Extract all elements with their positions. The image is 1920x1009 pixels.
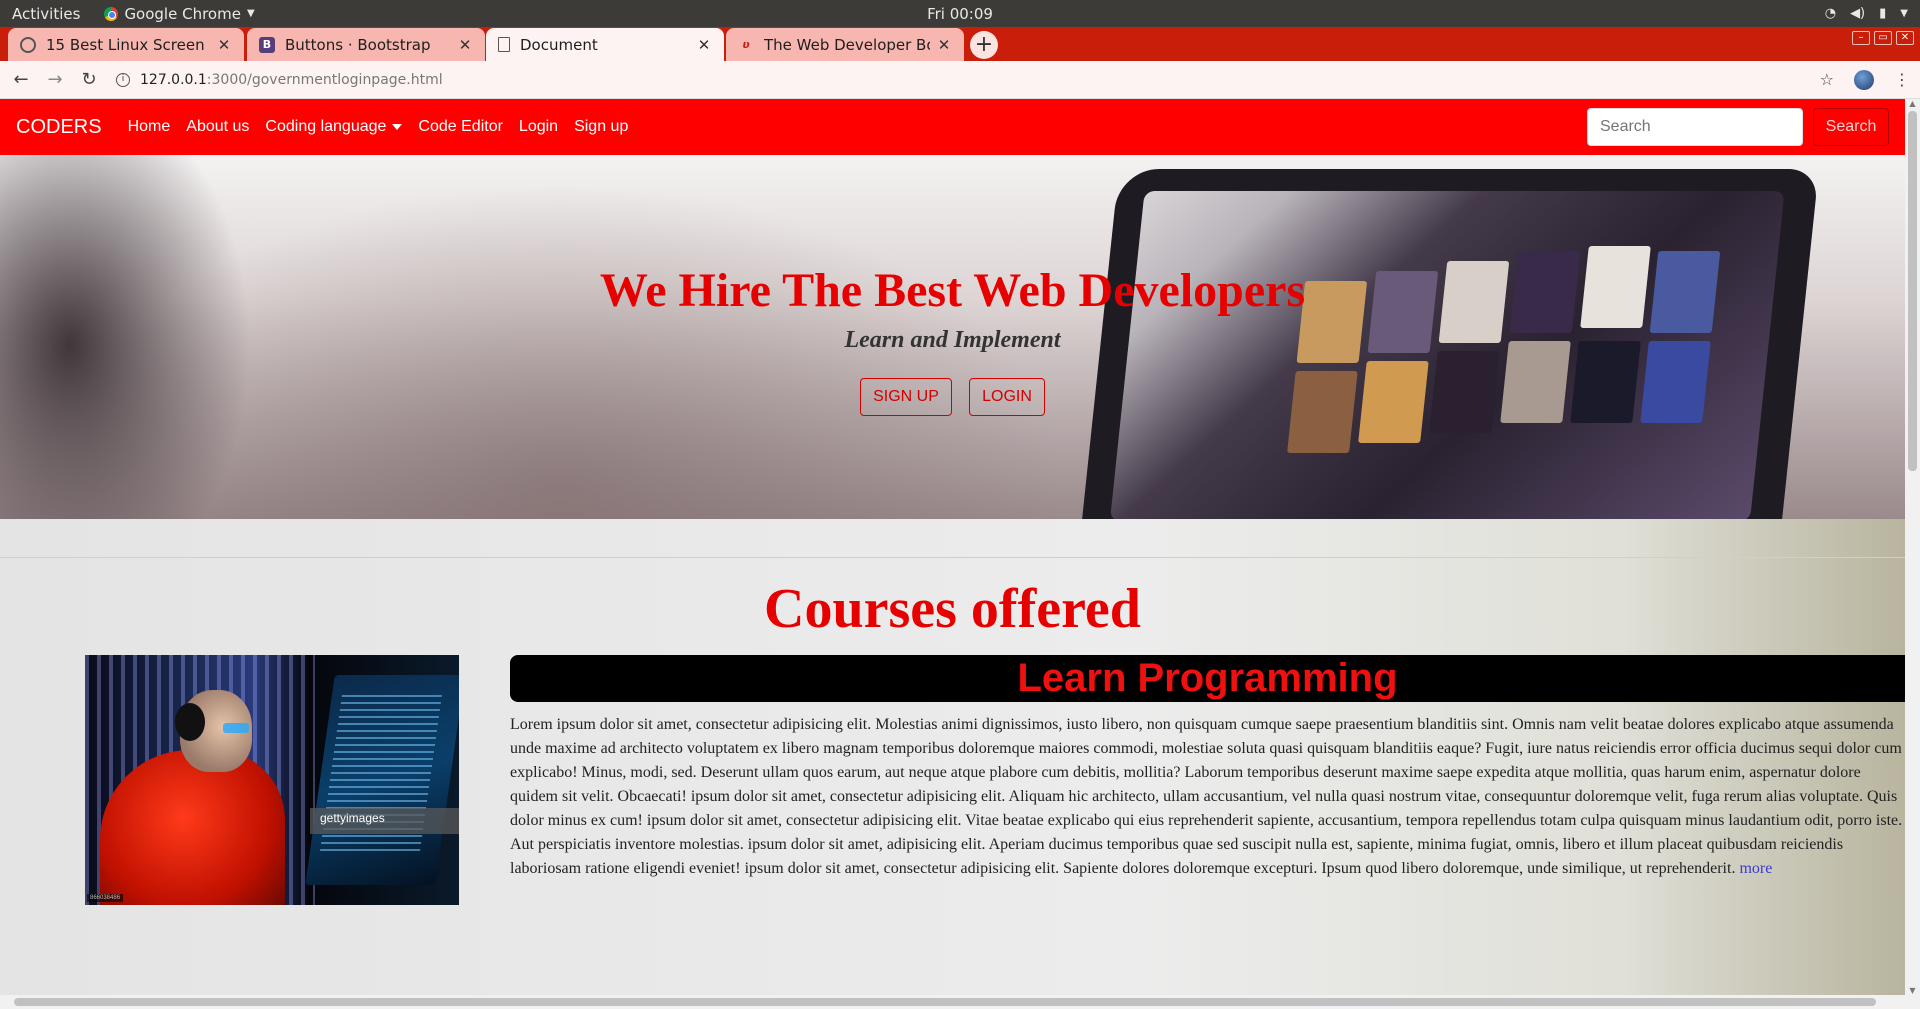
tab-linux-recorders[interactable]: 15 Best Linux Screen Reco ✕ xyxy=(8,28,244,61)
site-brand[interactable]: CODERS xyxy=(16,116,102,139)
nav-home[interactable]: Home xyxy=(128,118,171,136)
getty-watermark: gettyimages xyxy=(310,808,459,834)
hero-banner: We Hire The Best Web Developers Learn an… xyxy=(0,155,1905,519)
close-icon[interactable]: ✕ xyxy=(216,36,232,54)
programmer-photo: gettyimages 866038486 xyxy=(85,655,459,905)
close-icon[interactable]: ✕ xyxy=(696,36,712,54)
hero-login-button[interactable]: LOGIN xyxy=(969,378,1045,416)
caret-down-icon: ▼ xyxy=(1900,8,1908,19)
nav-coding-language-label: Coding language xyxy=(265,118,387,135)
url-host: 127.0.0.1 xyxy=(140,71,207,88)
address-bar[interactable]: i 127.0.0.1:3000/governmentloginpage.htm… xyxy=(116,72,443,88)
hero-title: We Hire The Best Web Developers xyxy=(599,264,1306,317)
hero-signup-button[interactable]: SIGN UP xyxy=(860,378,952,416)
caret-down-icon: ▼ xyxy=(246,8,255,19)
vertical-scroll-thumb[interactable] xyxy=(1908,111,1917,471)
os-top-bar: Activities Google Chrome ▼ Fri 00:09 ◔ ◀… xyxy=(0,0,1920,27)
site-search-input[interactable] xyxy=(1587,108,1803,146)
courses-heading: Courses offered xyxy=(764,578,1141,640)
section-divider xyxy=(0,557,1905,558)
tab-title: Buttons · Bootstrap xyxy=(285,35,431,54)
document-favicon-icon xyxy=(498,37,510,52)
nav-sign-up[interactable]: Sign up xyxy=(574,118,628,136)
bootstrap-favicon-icon: B xyxy=(259,36,275,53)
bookmark-star-icon[interactable]: ☆ xyxy=(1820,70,1834,89)
tab-document[interactable]: Document ✕ xyxy=(486,28,724,61)
nav-about-us[interactable]: About us xyxy=(186,118,249,136)
battery-icon: ▮ xyxy=(1879,6,1887,21)
dropdown-caret-icon xyxy=(392,123,403,130)
udemy-favicon-icon: ʋ xyxy=(742,38,750,51)
page-viewport: CODERS Home About us Coding language Cod… xyxy=(0,99,1905,995)
course-text: Lorem ipsum dolor sit amet, consectetur … xyxy=(510,716,1903,877)
linux-favicon-icon xyxy=(20,36,36,53)
more-link[interactable]: more xyxy=(1739,860,1772,877)
horizontal-scroll-thumb[interactable] xyxy=(14,998,1876,1006)
app-name: Google Chrome xyxy=(124,4,241,23)
new-tab-button[interactable]: + xyxy=(970,31,998,59)
system-tray[interactable]: ◔ ◀) ▮ ▼ xyxy=(1825,6,1908,21)
minimize-icon[interactable]: – xyxy=(1852,31,1870,45)
close-icon[interactable]: ✕ xyxy=(936,36,952,54)
more-menu-icon[interactable]: ⋮ xyxy=(1894,70,1910,89)
tab-title: The Web Developer Boot xyxy=(764,35,930,54)
forward-arrow-icon[interactable]: → xyxy=(42,69,68,90)
activities-button[interactable]: Activities xyxy=(12,5,80,23)
tab-title: Document xyxy=(520,35,598,54)
info-icon[interactable]: i xyxy=(116,72,130,87)
nav-coding-language-dropdown[interactable]: Coding language xyxy=(265,118,403,136)
chrome-logo-icon xyxy=(104,6,119,21)
tab-title: 15 Best Linux Screen Reco xyxy=(46,35,210,54)
site-navbar: CODERS Home About us Coding language Cod… xyxy=(0,99,1905,155)
scroll-up-icon[interactable]: ▲ xyxy=(1905,99,1920,108)
site-search-button[interactable]: Search xyxy=(1813,108,1889,146)
horizontal-scrollbar[interactable] xyxy=(0,995,1920,1009)
vertical-scrollbar[interactable]: ▲ ▼ xyxy=(1905,99,1920,995)
clock[interactable]: Fri 00:09 xyxy=(0,5,1920,23)
tab-bootstrap-buttons[interactable]: B Buttons · Bootstrap ✕ xyxy=(247,28,485,61)
close-icon[interactable]: ✕ xyxy=(457,36,473,54)
tab-web-developer-bootcamp[interactable]: ʋ The Web Developer Boot ✕ xyxy=(726,28,964,61)
url-path: :3000/governmentloginpage.html xyxy=(206,71,443,88)
nav-login[interactable]: Login xyxy=(519,118,558,136)
browser-toolbar: ← → ↻ i 127.0.0.1:3000/governmentloginpa… xyxy=(0,61,1920,99)
restore-icon[interactable]: ▭ xyxy=(1874,31,1892,45)
wifi-icon: ◔ xyxy=(1824,6,1837,21)
app-menu[interactable]: Google Chrome ▼ xyxy=(104,4,255,23)
courses-section: Courses offered gettyimages 866038486 Le… xyxy=(0,519,1905,995)
back-arrow-icon[interactable]: ← xyxy=(8,69,34,90)
course-title: Learn Programming xyxy=(510,655,1905,702)
tab-strip: 15 Best Linux Screen Reco ✕ B Buttons · … xyxy=(0,27,1920,61)
image-id: 866038486 xyxy=(87,894,124,902)
reload-icon[interactable]: ↻ xyxy=(76,69,102,90)
close-window-icon[interactable]: ✕ xyxy=(1896,31,1914,45)
hero-subtitle: Learn and Implement xyxy=(844,327,1061,353)
profile-avatar[interactable] xyxy=(1854,69,1874,90)
nav-code-editor[interactable]: Code Editor xyxy=(418,118,503,136)
window-controls: – ▭ ✕ xyxy=(1852,31,1914,45)
volume-icon: ◀) xyxy=(1850,6,1866,21)
scroll-down-icon[interactable]: ▼ xyxy=(1905,986,1920,995)
course-description: Lorem ipsum dolor sit amet, consectetur … xyxy=(510,713,1905,881)
